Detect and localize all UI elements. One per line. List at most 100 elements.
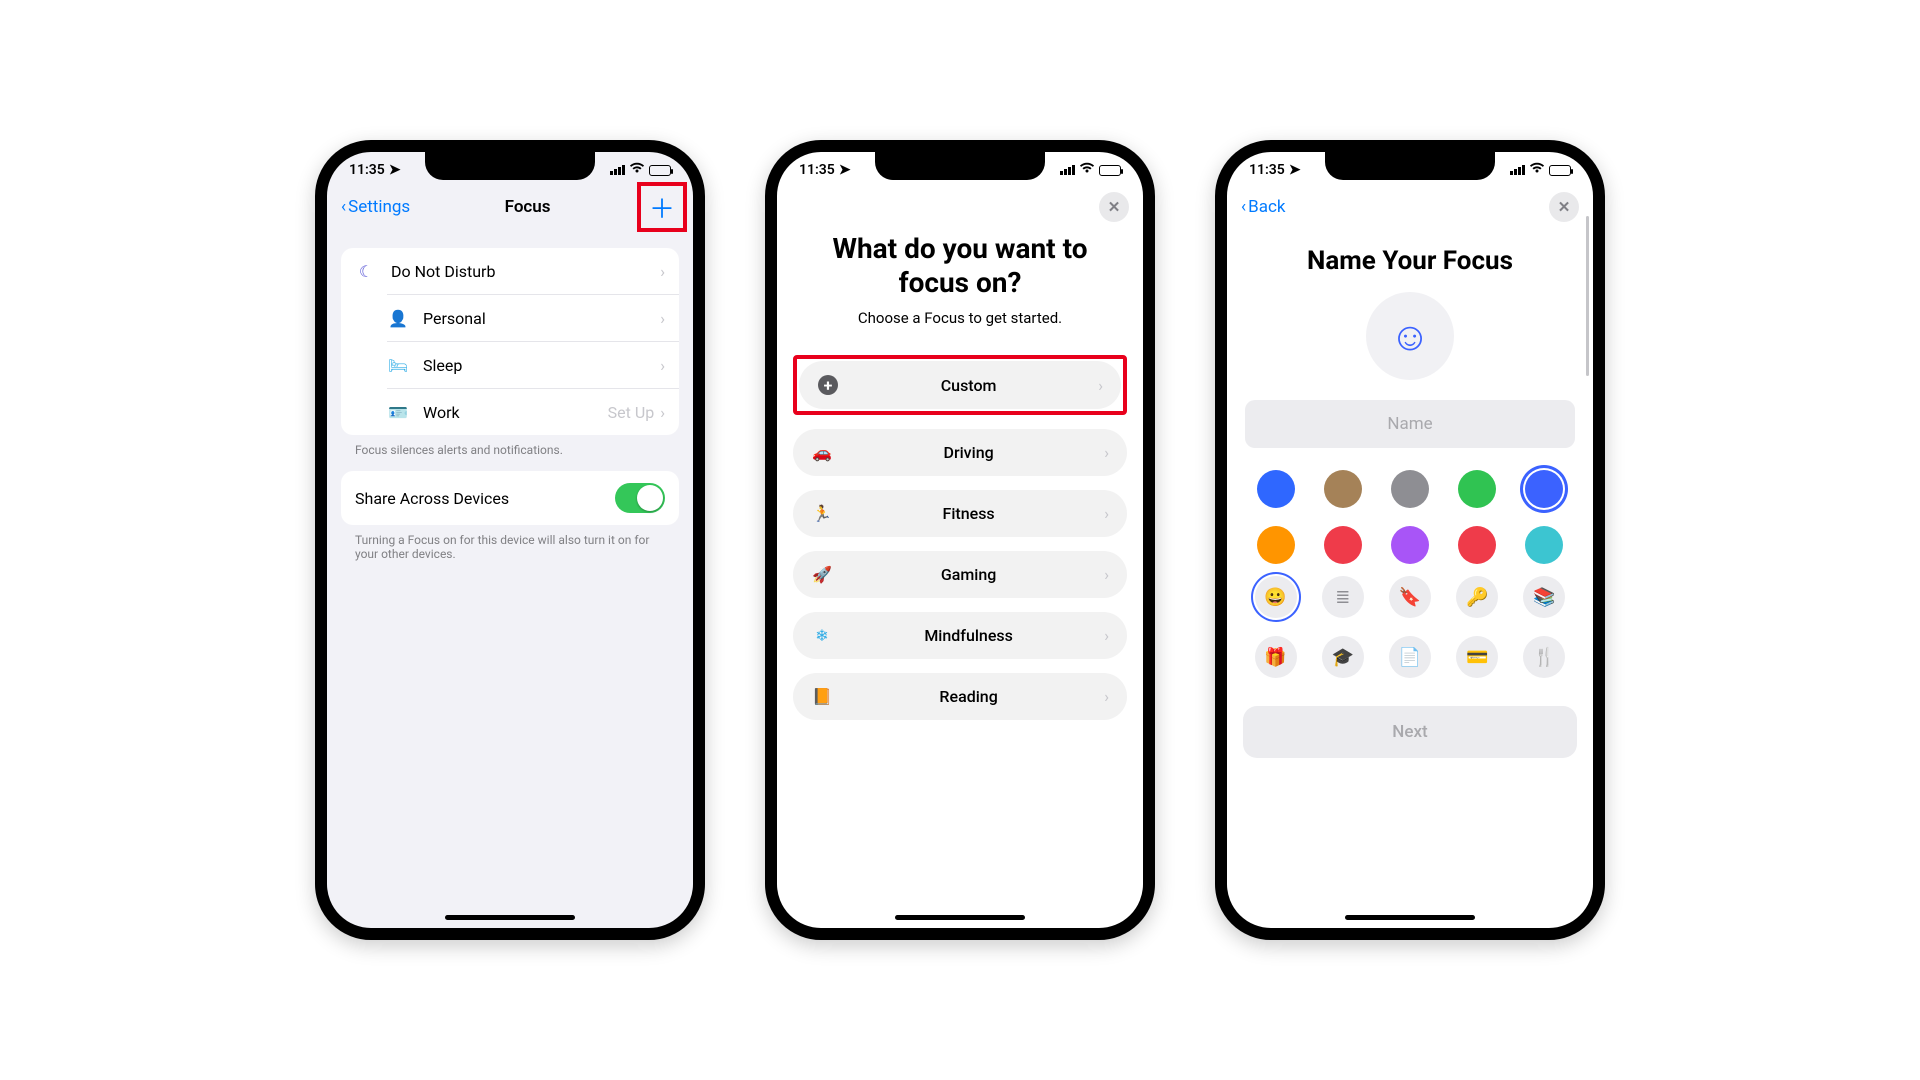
icon-choice[interactable]: 🎓 [1322,636,1364,678]
chevron-right-icon: › [660,262,665,281]
home-indicator[interactable] [895,915,1025,920]
option-fitness[interactable]: 🏃 Fitness › [793,490,1127,537]
color-swatch[interactable] [1324,526,1362,564]
person-icon: 👤 [387,307,409,329]
option-reading[interactable]: 📙Reading› [793,673,1127,720]
icon-choice[interactable]: 🔖 [1389,576,1431,618]
close-icon: ✕ [1558,198,1571,216]
back-button[interactable]: ‹ Settings [341,197,410,217]
share-row: Share Across Devices [341,471,679,525]
icon-choice[interactable]: 😀 [1255,576,1297,618]
icon-grid: 😀 ≣ 🔖 🔑 📚 🎁 🎓 📄 💳 🍴 [1227,574,1593,688]
option-icon: 🏃 [811,504,833,523]
back-label: Settings [348,197,410,217]
next-button[interactable]: Next [1243,706,1577,758]
chevron-right-icon: › [660,403,665,422]
icon-choice[interactable]: 🎁 [1255,636,1297,678]
option-icon: 📙 [811,687,833,706]
phone-3: 11:35 ➤ ‹ Back ✕ Name Your Focus ☺ Name … [1215,140,1605,940]
color-grid [1227,448,1593,574]
focus-row-work[interactable]: 🪪 Work Set Up› [387,388,679,435]
icon-choice[interactable]: 📄 [1389,636,1431,678]
option-custom[interactable]: +Custom› [799,361,1121,409]
chevron-right-icon: › [1104,504,1109,523]
color-swatch[interactable] [1391,470,1429,508]
color-swatch[interactable] [1391,526,1429,564]
icon-choice[interactable]: 🍴 [1523,636,1565,678]
modal-nav: ✕ [777,182,1143,232]
plus-icon: ＋ [649,189,675,226]
home-indicator[interactable] [445,915,575,920]
battery-icon [1099,165,1121,176]
battery-icon [1549,165,1571,176]
chevron-right-icon: › [1104,687,1109,706]
option-icon: + [817,375,839,395]
modal-subtitle: Choose a Focus to get started. [777,299,1143,345]
notch [875,152,1045,180]
moon-icon: ☾ [355,260,377,282]
close-button[interactable]: ✕ [1099,192,1129,222]
option-mindfulness[interactable]: ❄Mindfulness› [793,612,1127,659]
focus-row-dnd[interactable]: ☾ Do Not Disturb › [341,248,679,294]
scroll-indicator[interactable] [1586,216,1589,376]
location-icon: ➤ [1289,162,1301,178]
icon-choice[interactable]: 🔑 [1456,576,1498,618]
home-indicator[interactable] [1345,915,1475,920]
wifi-icon [1079,162,1095,178]
focus-row-sleep[interactable]: 🛏 Sleep › [387,341,679,388]
option-gaming[interactable]: 🚀Gaming› [793,551,1127,598]
back-button[interactable]: ‹ Back [1241,197,1285,217]
selected-focus-icon: ☺ [1366,292,1454,380]
option-label: Driving [847,443,1090,462]
color-swatch[interactable] [1257,526,1295,564]
color-swatch[interactable] [1257,470,1295,508]
option-icon: ❄ [811,626,833,645]
share-label: Share Across Devices [355,489,601,508]
icon-choice[interactable]: 💳 [1456,636,1498,678]
color-swatch[interactable] [1324,470,1362,508]
badge-icon: 🪪 [387,401,409,423]
close-icon: ✕ [1108,198,1121,216]
phone-1: 11:35 ➤ ‹ Settings Focus ＋ ☾ Do Not Dist… [315,140,705,940]
close-button[interactable]: ✕ [1549,192,1579,222]
focus-row-personal[interactable]: 👤 Personal › [387,294,679,341]
color-swatch[interactable] [1458,470,1496,508]
option-label: Mindfulness [847,626,1090,645]
smiley-icon: ☺ [1390,313,1431,360]
chevron-left-icon: ‹ [1241,197,1246,217]
share-caption: Turning a Focus on for this device will … [327,533,693,561]
status-time: 11:35 [799,162,835,178]
notch [1325,152,1495,180]
bed-icon: 🛏 [387,354,409,376]
wifi-icon [629,162,645,178]
modal-nav: ‹ Back ✕ [1227,182,1593,232]
focus-name-input[interactable]: Name [1245,400,1575,448]
location-icon: ➤ [839,162,851,178]
nav-bar: ‹ Settings Focus ＋ [327,182,693,234]
chevron-left-icon: ‹ [341,197,346,217]
highlight-option: +Custom› [793,355,1127,415]
status-time: 11:35 [349,162,385,178]
chevron-right-icon: › [660,356,665,375]
cell-signal-icon [1509,165,1525,175]
color-swatch[interactable] [1458,526,1496,564]
back-label: Back [1248,197,1285,217]
cell-signal-icon [1059,165,1075,175]
share-toggle[interactable] [615,483,665,513]
color-swatch[interactable] [1525,526,1563,564]
focus-list: ☾ Do Not Disturb › 👤 Personal › 🛏 Sleep … [341,248,679,435]
icon-choice[interactable]: ≣ [1322,576,1364,618]
location-icon: ➤ [389,162,401,178]
chevron-right-icon: › [1098,376,1103,395]
phone-2: 11:35 ➤ ✕ What do you want to focus on? … [765,140,1155,940]
chevron-right-icon: › [1104,443,1109,462]
add-button[interactable]: ＋ [645,190,679,224]
option-driving[interactable]: 🚗Driving› [793,429,1127,476]
row-label: Do Not Disturb [391,262,646,281]
share-card: Share Across Devices [341,471,679,525]
option-label: Fitness [847,504,1090,523]
modal-title: What do you want to focus on? [777,232,1143,299]
icon-choice[interactable]: 📚 [1523,576,1565,618]
color-swatch[interactable] [1525,470,1563,508]
option-label: Gaming [847,565,1090,584]
